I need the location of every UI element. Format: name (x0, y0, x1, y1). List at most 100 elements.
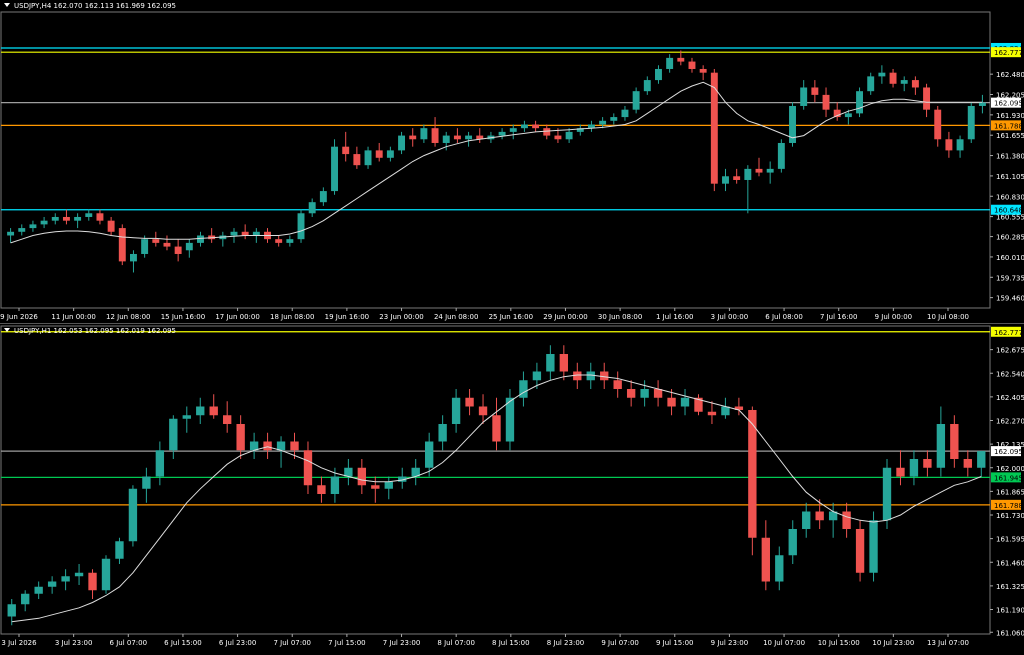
h4-chart-pane[interactable]: 162.480 162.205 161.930 161.655 161.380 161.1… (0, 0, 1024, 324)
x-tick-label: 8 Jul 23:00 (547, 639, 585, 647)
bearish-candle (353, 154, 361, 166)
bullish-candle (878, 72, 886, 77)
h4-chart-title: USDJPY,H4 162.070 162.113 161.969 162.09… (4, 2, 176, 10)
bullish-candle (386, 150, 394, 158)
y-tick-label: 161.380 (996, 153, 1024, 161)
bearish-candle (923, 459, 932, 468)
x-tick-label: 9 Jul 07:00 (601, 639, 639, 647)
bullish-candle (867, 76, 875, 92)
bearish-candle (209, 406, 218, 416)
bullish-candle (802, 511, 811, 529)
bullish-candle (34, 586, 43, 594)
x-tick-label: 7 Jul 16:00 (820, 313, 858, 321)
bearish-candle (290, 441, 299, 451)
bearish-candle (409, 135, 417, 140)
bullish-candle (655, 68, 662, 81)
price-level-label: 161.945 (994, 474, 1023, 482)
y-tick-label: 162.000 (996, 465, 1024, 473)
bearish-candle (342, 146, 350, 155)
bullish-candle (498, 131, 506, 136)
bearish-candle (963, 459, 972, 468)
h4-chart-svg[interactable]: 162.480162.205161.930161.655161.380161.1… (0, 0, 1024, 324)
h1-chart-title: USDJPY,H1 162.053 162.095 162.019 162.09… (4, 327, 176, 335)
y-tick-label: 160.830 (996, 193, 1024, 201)
y-tick-label: 162.480 (996, 71, 1024, 79)
y-tick-label: 161.460 (996, 559, 1024, 567)
bullish-candle (744, 168, 752, 180)
plot-frame (0, 11, 991, 309)
bullish-candle (599, 120, 607, 125)
bearish-candle (626, 389, 636, 398)
bearish-candle (357, 467, 367, 486)
bullish-candle (967, 105, 975, 140)
bearish-candle (163, 242, 171, 247)
bullish-candle (632, 91, 640, 110)
bullish-candle (509, 128, 517, 132)
x-tick-label: 3 Jul 2026 (1, 639, 37, 647)
bullish-candle (249, 441, 259, 451)
h1-title-text: USDJPY,H1 162.053 162.095 162.019 162.09… (14, 327, 176, 335)
bullish-candle (438, 424, 447, 442)
y-tick-label: 162.675 (996, 347, 1024, 355)
y-tick-label: 160.010 (996, 254, 1024, 262)
x-tick-label: 9 Jul 15:00 (656, 639, 694, 647)
y-tick-label: 162.405 (996, 394, 1024, 402)
bearish-candle (465, 397, 474, 407)
y-tick-label: 161.655 (996, 132, 1024, 140)
bearish-candle (174, 246, 182, 254)
bullish-candle (640, 389, 649, 398)
y-tick-label: 162.540 (996, 370, 1024, 378)
x-tick-label: 13 Jul 07:00 (927, 639, 969, 647)
bullish-candle (155, 450, 165, 477)
bullish-candle (956, 139, 964, 151)
y-tick-label: 162.270 (996, 418, 1024, 426)
bullish-candle (643, 80, 651, 92)
bearish-candle (543, 128, 551, 136)
h1-chart-svg[interactable]: 162.675162.540162.405162.270162.135162.0… (0, 324, 1024, 651)
price-level-label: 162.777 (994, 329, 1023, 337)
y-tick-label: 161.105 (996, 173, 1024, 181)
bearish-candle (375, 150, 383, 158)
bullish-candle (230, 231, 238, 236)
h1-chart-pane[interactable]: 162.675 162.540 162.405 162.270 162.135 162.0… (0, 324, 1024, 651)
y-tick-label: 161.190 (996, 607, 1024, 615)
bullish-candle (197, 235, 204, 243)
y-tick-label: 159.460 (996, 295, 1024, 303)
bearish-candle (492, 415, 501, 442)
x-tick-label: 3 Jul 23:00 (55, 639, 93, 647)
x-tick-label: 25 Jun 16:00 (489, 313, 533, 321)
bullish-candle (721, 406, 730, 416)
bullish-candle (74, 572, 84, 577)
x-tick-label: 23 Jun 00:00 (379, 313, 423, 321)
x-tick-label: 6 Jul 08:00 (765, 313, 803, 321)
bearish-candle (152, 239, 160, 243)
x-tick-label: 6 Jul 15:00 (164, 639, 202, 647)
bearish-candle (263, 441, 272, 451)
bearish-candle (573, 371, 582, 381)
bearish-candle (275, 239, 283, 243)
price-level-label: 161.788 (994, 502, 1023, 510)
bearish-candle (118, 228, 126, 262)
x-tick-label: 10 Jul 07:00 (763, 639, 805, 647)
bullish-candle (520, 124, 528, 129)
collapse-triangle-icon[interactable] (4, 3, 10, 7)
bullish-candle (666, 57, 674, 69)
bullish-candle (869, 520, 878, 573)
bullish-candle (276, 441, 286, 451)
bullish-candle (7, 231, 15, 236)
bullish-candle (47, 581, 57, 587)
bearish-candle (699, 68, 707, 73)
collapse-triangle-icon[interactable] (4, 328, 10, 332)
bearish-candle (559, 354, 569, 372)
bearish-candle (62, 216, 70, 221)
bullish-candle (565, 131, 573, 140)
bullish-candle (777, 142, 785, 169)
x-tick-label: 1 Jul 16:00 (656, 313, 694, 321)
x-tick-label: 8 Jul 15:00 (492, 639, 530, 647)
bullish-candle (451, 397, 461, 424)
bullish-candle (621, 109, 629, 118)
bearish-candle (303, 450, 313, 486)
bearish-candle (707, 411, 717, 416)
x-tick-label: 9 Jul 23:00 (711, 639, 749, 647)
bearish-candle (748, 410, 757, 538)
